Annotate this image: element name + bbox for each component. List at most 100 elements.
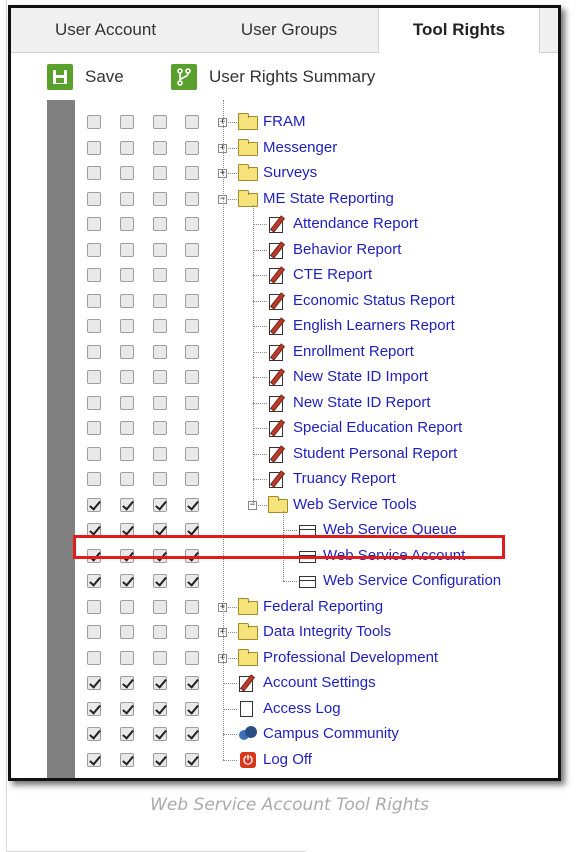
delete-rights-checkbox[interactable]: [185, 727, 199, 741]
delete-rights-checkbox[interactable]: [185, 650, 199, 665]
delete-rights-checkbox[interactable]: [185, 446, 199, 461]
add-rights-checkbox[interactable]: [153, 268, 167, 282]
delete-rights-checkbox[interactable]: [185, 497, 199, 512]
add-rights-checkbox[interactable]: [153, 650, 167, 665]
delete-rights-checkbox[interactable]: [185, 217, 199, 231]
tree-item-label[interactable]: Campus Community: [263, 725, 399, 742]
add-rights-checkbox[interactable]: [153, 472, 167, 486]
add-rights-checkbox[interactable]: [153, 599, 167, 614]
tree-item-label[interactable]: New State ID Report: [293, 394, 431, 411]
read-rights-checkbox[interactable]: [87, 650, 101, 665]
delete-rights-checkbox[interactable]: [185, 370, 199, 384]
delete-rights-checkbox[interactable]: [185, 421, 199, 435]
write-rights-checkbox[interactable]: [120, 497, 134, 512]
tree-item-label[interactable]: English Learners Report: [293, 317, 455, 334]
add-rights-checkbox[interactable]: [153, 727, 167, 741]
add-rights-checkbox[interactable]: [153, 676, 167, 690]
add-rights-checkbox[interactable]: [153, 166, 167, 180]
tree-item-label[interactable]: Behavior Report: [293, 241, 401, 258]
read-rights-checkbox[interactable]: [87, 472, 101, 486]
add-rights-checkbox[interactable]: [153, 574, 167, 588]
delete-rights-checkbox[interactable]: [185, 319, 199, 333]
tree-item-label[interactable]: Professional Development: [263, 649, 438, 666]
delete-rights-checkbox[interactable]: [185, 293, 199, 308]
add-rights-checkbox[interactable]: [153, 242, 167, 257]
read-rights-checkbox[interactable]: [87, 574, 101, 588]
add-rights-checkbox[interactable]: [153, 446, 167, 461]
save-button[interactable]: Save: [47, 63, 124, 91]
add-rights-checkbox[interactable]: [153, 752, 167, 767]
read-rights-checkbox[interactable]: [87, 676, 101, 690]
write-rights-checkbox[interactable]: [120, 625, 134, 639]
read-rights-checkbox[interactable]: [87, 497, 101, 512]
write-rights-checkbox[interactable]: [120, 140, 134, 155]
write-rights-checkbox[interactable]: [120, 574, 134, 588]
delete-rights-checkbox[interactable]: [185, 701, 199, 716]
write-rights-checkbox[interactable]: [120, 472, 134, 486]
write-rights-checkbox[interactable]: [120, 752, 134, 767]
tree-item-label[interactable]: Web Service Tools: [293, 496, 417, 513]
add-rights-checkbox[interactable]: [153, 625, 167, 639]
tree-item-label[interactable]: Data Integrity Tools: [263, 623, 391, 640]
tree-item-label[interactable]: Attendance Report: [293, 215, 418, 232]
add-rights-checkbox[interactable]: [153, 344, 167, 359]
tab-user-account[interactable]: User Account: [11, 8, 200, 52]
tree-item-label[interactable]: Student Personal Report: [293, 445, 457, 462]
read-rights-checkbox[interactable]: [87, 395, 101, 410]
add-rights-checkbox[interactable]: [153, 370, 167, 384]
tree-item-label[interactable]: Messenger: [263, 139, 337, 156]
write-rights-checkbox[interactable]: [120, 115, 134, 129]
read-rights-checkbox[interactable]: [87, 115, 101, 129]
delete-rights-checkbox[interactable]: [185, 242, 199, 257]
delete-rights-checkbox[interactable]: [185, 140, 199, 155]
read-rights-checkbox[interactable]: [87, 625, 101, 639]
delete-rights-checkbox[interactable]: [185, 166, 199, 180]
write-rights-checkbox[interactable]: [120, 650, 134, 665]
tree-item-label[interactable]: New State ID Import: [293, 368, 428, 385]
add-rights-checkbox[interactable]: [153, 293, 167, 308]
tree-item-label[interactable]: Federal Reporting: [263, 598, 383, 615]
read-rights-checkbox[interactable]: [87, 191, 101, 206]
read-rights-checkbox[interactable]: [87, 344, 101, 359]
delete-rights-checkbox[interactable]: [185, 599, 199, 614]
add-rights-checkbox[interactable]: [153, 421, 167, 435]
delete-rights-checkbox[interactable]: [185, 472, 199, 486]
write-rights-checkbox[interactable]: [120, 166, 134, 180]
read-rights-checkbox[interactable]: [87, 370, 101, 384]
add-rights-checkbox[interactable]: [153, 140, 167, 155]
read-rights-checkbox[interactable]: [87, 140, 101, 155]
delete-rights-checkbox[interactable]: [185, 395, 199, 410]
read-rights-checkbox[interactable]: [87, 268, 101, 282]
read-rights-checkbox[interactable]: [87, 446, 101, 461]
tree-item-label[interactable]: Web Service Configuration: [323, 572, 501, 589]
add-rights-checkbox[interactable]: [153, 701, 167, 716]
add-rights-checkbox[interactable]: [153, 319, 167, 333]
delete-rights-checkbox[interactable]: [185, 574, 199, 588]
delete-rights-checkbox[interactable]: [185, 344, 199, 359]
tree-item-label[interactable]: Truancy Report: [293, 470, 396, 487]
read-rights-checkbox[interactable]: [87, 217, 101, 231]
delete-rights-checkbox[interactable]: [185, 752, 199, 767]
write-rights-checkbox[interactable]: [120, 446, 134, 461]
write-rights-checkbox[interactable]: [120, 319, 134, 333]
tree-item-label[interactable]: Log Off: [263, 751, 312, 768]
write-rights-checkbox[interactable]: [120, 727, 134, 741]
delete-rights-checkbox[interactable]: [185, 268, 199, 282]
tab-tool-rights[interactable]: Tool Rights: [378, 8, 540, 53]
write-rights-checkbox[interactable]: [120, 676, 134, 690]
add-rights-checkbox[interactable]: [153, 217, 167, 231]
read-rights-checkbox[interactable]: [87, 166, 101, 180]
write-rights-checkbox[interactable]: [120, 395, 134, 410]
add-rights-checkbox[interactable]: [153, 497, 167, 512]
read-rights-checkbox[interactable]: [87, 752, 101, 767]
tree-item-label[interactable]: Access Log: [263, 700, 341, 717]
read-rights-checkbox[interactable]: [87, 421, 101, 435]
write-rights-checkbox[interactable]: [120, 701, 134, 716]
write-rights-checkbox[interactable]: [120, 293, 134, 308]
read-rights-checkbox[interactable]: [87, 319, 101, 333]
tree-item-label[interactable]: CTE Report: [293, 266, 372, 283]
delete-rights-checkbox[interactable]: [185, 191, 199, 206]
write-rights-checkbox[interactable]: [120, 599, 134, 614]
write-rights-checkbox[interactable]: [120, 421, 134, 435]
read-rights-checkbox[interactable]: [87, 242, 101, 257]
